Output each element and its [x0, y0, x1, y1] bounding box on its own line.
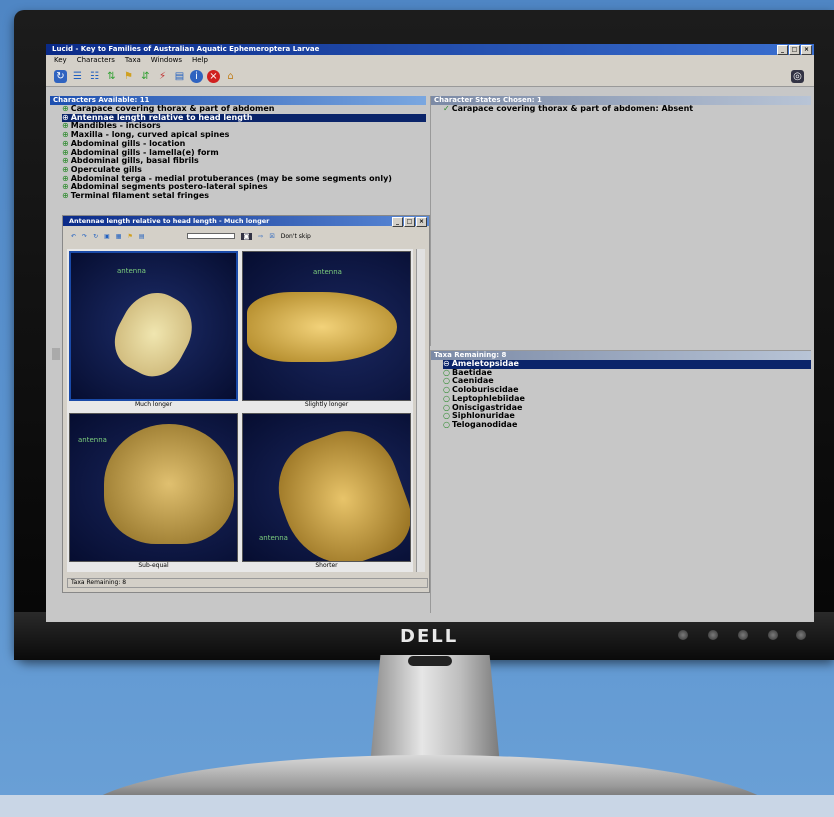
state-image-grid: antenna Much longer antenna Slightly lon… — [67, 249, 413, 572]
annotation-label: antenna — [78, 435, 107, 444]
next-icon[interactable]: ⇨ — [258, 233, 263, 240]
monitor-button[interactable] — [708, 630, 718, 640]
menu-taxa[interactable]: Taxa — [125, 55, 141, 66]
screen: Lucid - Key to Families of Australian Aq… — [46, 44, 814, 622]
power-button[interactable] — [796, 630, 806, 640]
menu-windows[interactable]: Windows — [151, 55, 182, 66]
minimize-button[interactable]: _ — [777, 45, 788, 55]
image-icon[interactable]: ▣ — [104, 233, 110, 240]
state-caption: Slightly longer — [304, 400, 349, 408]
dont-skip-label: Don't skip — [280, 232, 311, 240]
annotation-label: antenna — [259, 533, 288, 542]
taxon-item[interactable]: ○ Teloganodidae — [443, 420, 811, 430]
menu-help[interactable]: Help — [192, 55, 208, 66]
taxon-item[interactable]: ○ Baetidae — [443, 368, 811, 378]
floor — [0, 795, 834, 817]
taxon-item-selected[interactable]: ⊖ Ameletopsidae — [443, 359, 811, 369]
sort-alpha-icon[interactable]: ⇵ — [139, 70, 152, 83]
close-button[interactable]: × — [801, 45, 812, 55]
image-window-titlebar: Antennae length relative to head length … — [63, 216, 429, 227]
close-button[interactable]: × — [416, 217, 427, 227]
window-title: Lucid - Key to Families of Australian Aq… — [52, 45, 320, 53]
maximize-button[interactable]: □ — [404, 217, 415, 227]
monitor-button[interactable] — [738, 630, 748, 640]
annotation-label: antenna — [117, 267, 146, 275]
prune-icon[interactable]: ⚡ — [156, 70, 169, 83]
restart-icon[interactable]: ↻ — [54, 69, 67, 83]
state-card[interactable]: antenna Shorter — [242, 412, 411, 571]
sort-icon[interactable]: ⇅ — [105, 70, 118, 83]
characters-list: ⊕ Carapace covering thorax & part of abdo… — [50, 104, 426, 201]
insect-photo[interactable]: antenna — [69, 251, 238, 401]
state-card[interactable]: antenna Sub-equal — [69, 412, 238, 571]
camera-icon[interactable]: ◙ — [240, 232, 253, 240]
insect-photo[interactable]: antenna — [242, 251, 411, 401]
menu-key[interactable]: Key — [54, 55, 67, 66]
taxa-panel: Taxa Remaining: 8 ⊖ Ameletopsidae ○ Baetid… — [430, 350, 811, 613]
chosen-state-item[interactable]: ✓ Carapace covering thorax & part of abdo… — [443, 104, 811, 114]
state-caption: Much longer — [134, 400, 173, 408]
list-detail-icon[interactable]: ☷ — [88, 70, 101, 83]
dont-skip-checkbox[interactable]: ☒ — [269, 233, 274, 240]
best-character-icon[interactable]: ⚑ — [122, 70, 135, 83]
splitter-handle[interactable] — [52, 348, 60, 360]
lucid-logo-icon: ◎ — [791, 69, 804, 83]
redo-icon[interactable]: ↷ — [82, 233, 87, 240]
states-chosen-list: ✓ Carapace covering thorax & part of abdo… — [431, 104, 811, 114]
image-toolbar: ↶ ↷ ↻ ▣ ▦ ⚑ ▤ ◙ ⇨ ☒ Don't skip — [63, 226, 429, 246]
state-caption: Shorter — [315, 562, 338, 569]
monitor-button[interactable] — [768, 630, 778, 640]
image-window-status: Taxa Remaining: 8 — [67, 578, 428, 588]
insect-photo[interactable]: antenna — [242, 412, 411, 562]
monitor-brand-logo: DELL — [400, 626, 459, 647]
characters-panel: Characters Available: 11 ⊕ Carapace cover… — [50, 96, 426, 208]
character-item[interactable]: ⊕ Terminal filament setal fringes — [62, 191, 426, 201]
gallery-icon[interactable]: ▦ — [116, 233, 122, 240]
monitor-button[interactable] — [678, 630, 688, 640]
home-icon[interactable]: ⌂ — [224, 70, 237, 83]
highlight-icon[interactable]: ⚑ — [127, 233, 132, 240]
image-scrollbar[interactable] — [416, 249, 425, 572]
menubar: Key Characters Taxa Windows Help — [46, 55, 814, 66]
window-titlebar: Lucid - Key to Families of Australian Aq… — [46, 44, 814, 55]
state-caption: Sub-equal — [138, 562, 169, 569]
stop-icon[interactable]: × — [207, 69, 220, 83]
undo-icon[interactable]: ↶ — [71, 233, 76, 240]
minimize-button[interactable]: _ — [392, 217, 403, 227]
toolbar: ↻ ☰ ☷ ⇅ ⚑ ⇵ ⚡ ▤ i × ⌂ ◎ — [46, 66, 814, 87]
insect-photo[interactable]: antenna — [69, 412, 238, 562]
taxa-list: ⊖ Ameletopsidae ○ Baetidae ○ Caenidae ○ Colo… — [431, 359, 811, 430]
monitor-stand-slot — [408, 656, 452, 666]
menu-characters[interactable]: Characters — [77, 55, 115, 66]
info-icon[interactable]: i — [190, 69, 203, 83]
maximize-button[interactable]: □ — [789, 45, 800, 55]
refresh-icon[interactable]: ↻ — [93, 233, 98, 240]
compare-icon[interactable]: ▤ — [173, 70, 186, 83]
notes-icon[interactable]: ▤ — [139, 233, 145, 240]
list-icon[interactable]: ☰ — [71, 70, 84, 83]
monitor-stand-neck — [370, 655, 500, 765]
state-card[interactable]: antenna Much longer — [69, 251, 238, 409]
zoom-slider[interactable] — [186, 233, 235, 239]
states-chosen-panel: Character States Chosen: 1 ✓ Carapace cov… — [430, 96, 811, 346]
image-window: Antennae length relative to head length … — [62, 215, 430, 593]
annotation-label: antenna — [313, 268, 342, 276]
state-card[interactable]: antenna Slightly longer — [242, 251, 411, 409]
image-window-title: Antennae length relative to head length … — [69, 217, 270, 225]
